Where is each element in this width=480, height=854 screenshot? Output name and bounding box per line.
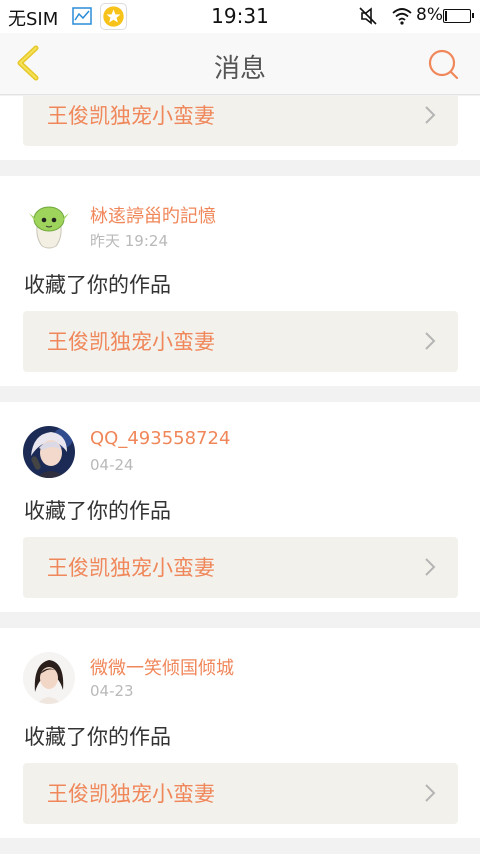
chevron-right-icon xyxy=(425,558,436,576)
girl-portrait-avatar-icon xyxy=(23,652,75,704)
username[interactable]: 栤逺諪甾旳記憶 xyxy=(90,202,216,228)
work-title: 王俊凯独宠小蛮妻 xyxy=(47,330,215,354)
mute-icon xyxy=(359,7,377,25)
battery-percent: 8% xyxy=(416,5,443,25)
green-mascot-avatar-icon xyxy=(23,200,75,252)
notification-message: 收藏了你的作品 xyxy=(24,725,171,749)
notification-message: 收藏了你的作品 xyxy=(24,499,171,523)
work-link[interactable]: 王俊凯独宠小蛮妻 xyxy=(23,537,458,598)
user-avatar[interactable] xyxy=(23,426,75,478)
user-avatar[interactable] xyxy=(23,652,75,704)
page-title: 消息 xyxy=(213,54,266,84)
status-bar: 无SIM 19:31 8% xyxy=(0,0,480,33)
notification-card: 栤逺諪甾旳記憶 昨天 19:24 收藏了你的作品 王俊凯独宠小蛮妻 xyxy=(0,176,480,386)
battery-fill xyxy=(445,11,447,21)
work-link[interactable]: 王俊凯独宠小蛮妻 xyxy=(23,311,458,372)
chevron-right-icon xyxy=(425,106,436,124)
work-link[interactable]: 王俊凯独宠小蛮妻 xyxy=(23,763,458,824)
notification-message: 收藏了你的作品 xyxy=(24,273,171,297)
notification-card-partial: 王俊凯独宠小蛮妻 xyxy=(0,96,480,160)
notification-card: QQ_493558724 04-24 收藏了你的作品 王俊凯独宠小蛮妻 xyxy=(0,402,480,612)
app-header: 消息 xyxy=(0,33,480,95)
user-avatar[interactable] xyxy=(23,200,75,252)
timestamp: 04-24 xyxy=(90,456,134,474)
work-link[interactable]: 王俊凯独宠小蛮妻 xyxy=(23,96,458,146)
username[interactable]: 微微一笑倾国倾城 xyxy=(90,654,234,680)
notification-card: 微微一笑倾国倾城 04-23 收藏了你的作品 王俊凯独宠小蛮妻 xyxy=(0,628,480,838)
timestamp: 04-23 xyxy=(90,682,134,700)
work-title: 王俊凯独宠小蛮妻 xyxy=(47,782,215,806)
anime-singer-avatar-icon xyxy=(23,426,75,478)
chevron-right-icon xyxy=(425,784,436,802)
work-title: 王俊凯独宠小蛮妻 xyxy=(47,104,215,128)
work-title: 王俊凯独宠小蛮妻 xyxy=(47,556,215,580)
wifi-icon xyxy=(392,8,412,25)
timestamp: 昨天 19:24 xyxy=(90,232,168,250)
chevron-right-icon xyxy=(425,332,436,350)
message-feed[interactable]: 王俊凯独宠小蛮妻 栤逺諪甾旳記憶 昨天 19:24 收藏了你的作品 王俊凯独宠小… xyxy=(0,96,480,854)
username[interactable]: QQ_493558724 xyxy=(90,428,230,449)
battery-icon xyxy=(443,9,474,23)
search-icon[interactable] xyxy=(426,47,460,81)
